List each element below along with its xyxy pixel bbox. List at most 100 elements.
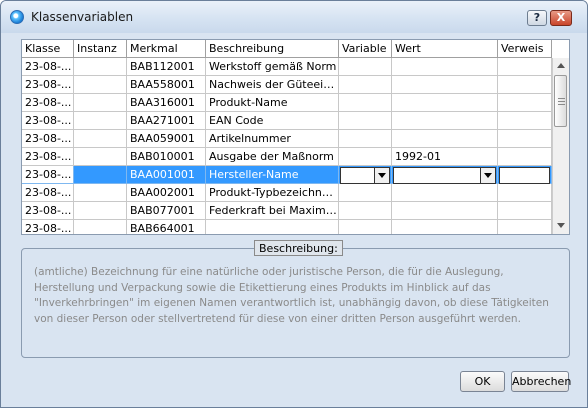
verweis-field[interactable] [499, 167, 550, 184]
cell-verweis[interactable] [498, 76, 552, 94]
cell-beschreibung[interactable]: Produkt-Name [206, 94, 339, 112]
cell-wert[interactable] [392, 58, 498, 76]
wert-dropdown[interactable] [393, 167, 496, 184]
cell-instanz[interactable] [74, 220, 127, 234]
cancel-button[interactable]: Abbrechen [511, 371, 571, 392]
cell-variable[interactable] [339, 76, 392, 94]
cell-klasse[interactable]: 23-08-... [22, 112, 74, 130]
cell-beschreibung[interactable]: Artikelnummer [206, 130, 339, 148]
cell-instanz[interactable] [74, 166, 127, 184]
cell-verweis[interactable] [498, 112, 552, 130]
cell-beschreibung[interactable]: Hersteller-Name [206, 166, 339, 184]
vertical-scrollbar[interactable] [552, 58, 569, 234]
scroll-down-arrow-icon[interactable] [553, 218, 569, 234]
cell-variable[interactable] [339, 130, 392, 148]
cell-wert[interactable] [392, 202, 498, 220]
column-header-instanz[interactable]: Instanz [74, 40, 127, 58]
cell-beschreibung[interactable]: EAN Code [206, 112, 339, 130]
column-header-beschreibung[interactable]: Beschreibung [206, 40, 339, 58]
cell-instanz[interactable] [74, 148, 127, 166]
column-header-klasse[interactable]: Klasse [22, 40, 74, 58]
cell-instanz[interactable] [74, 112, 127, 130]
column-header-verweis[interactable]: Verweis [498, 40, 552, 58]
cell-variable[interactable] [339, 220, 392, 234]
cell-variable[interactable] [339, 58, 392, 76]
cell-merkmal[interactable]: BAA059001 [127, 130, 206, 148]
cell-merkmal[interactable]: BAA002001 [127, 184, 206, 202]
ok-button[interactable]: OK [460, 371, 505, 392]
cell-merkmal[interactable]: BAA316001 [127, 94, 206, 112]
cell-beschreibung[interactable]: Federkraft bei Maximallast [206, 202, 339, 220]
scroll-up-arrow-icon[interactable] [553, 58, 569, 74]
cell-merkmal[interactable]: BAB664001 [127, 220, 206, 234]
cell-klasse[interactable]: 23-08-... [22, 202, 74, 220]
cell-wert[interactable] [392, 94, 498, 112]
cell-wert[interactable] [392, 130, 498, 148]
cell-wert[interactable] [392, 184, 498, 202]
cell-wert[interactable] [392, 112, 498, 130]
cell-instanz[interactable] [74, 184, 127, 202]
description-text: (amtliche) Bezeichnung für eine natürlic… [34, 266, 549, 325]
help-button[interactable]: ? [527, 10, 547, 26]
cell-merkmal[interactable]: BAB112001 [127, 58, 206, 76]
cell-klasse[interactable]: 23-08-... [22, 184, 74, 202]
scroll-thumb[interactable] [554, 75, 567, 127]
table-row[interactable]: 23-08-... BAB112001 Werkstoff gemäß Norm [22, 58, 552, 76]
table-row[interactable]: 23-08-... BAA558001 Nachweis der Güteeige.… [22, 76, 552, 94]
cell-klasse[interactable]: 23-08-... [22, 76, 74, 94]
table-row[interactable]: 23-08-... BAA316001 Produkt-Name [22, 94, 552, 112]
table-row[interactable]: 23-08-... BAB664001 [22, 220, 552, 234]
cell-beschreibung[interactable]: Nachweis der Güteeige... [206, 76, 339, 94]
cell-variable[interactable] [339, 202, 392, 220]
cell-klasse[interactable]: 23-08-... [22, 220, 74, 234]
cell-beschreibung[interactable]: Ausgabe der Maßnorm [206, 148, 339, 166]
cell-klasse[interactable]: 23-08-... [22, 130, 74, 148]
cell-merkmal[interactable]: BAA001001 [127, 166, 206, 184]
cell-verweis[interactable] [498, 130, 552, 148]
cell-instanz[interactable] [74, 202, 127, 220]
cell-instanz[interactable] [74, 58, 127, 76]
column-header-variable[interactable]: Variable [339, 40, 392, 58]
cell-verweis[interactable] [498, 58, 552, 76]
cell-instanz[interactable] [74, 76, 127, 94]
cell-wert[interactable] [392, 76, 498, 94]
column-header-wert[interactable]: Wert [392, 40, 498, 58]
cell-verweis[interactable] [498, 148, 552, 166]
cell-klasse[interactable]: 23-08-... [22, 166, 74, 184]
cell-instanz[interactable] [74, 94, 127, 112]
cell-verweis[interactable] [498, 202, 552, 220]
chevron-down-icon[interactable] [480, 168, 495, 183]
cell-verweis[interactable] [498, 184, 552, 202]
column-header-merkmal[interactable]: Merkmal [127, 40, 206, 58]
cell-variable[interactable] [339, 184, 392, 202]
cell-merkmal[interactable]: BAA558001 [127, 76, 206, 94]
cell-wert[interactable]: 1992-01 [392, 148, 498, 166]
chevron-down-icon[interactable] [374, 168, 389, 183]
close-button[interactable]: X [550, 10, 572, 26]
cell-variable[interactable] [339, 112, 392, 130]
cell-klasse[interactable]: 23-08-... [22, 58, 74, 76]
variable-dropdown[interactable] [340, 167, 390, 184]
table-row[interactable]: 23-08-... BAA002001 Produkt-Typbezeichnung [22, 184, 552, 202]
cell-variable[interactable] [339, 94, 392, 112]
table-row[interactable]: 23-08-... BAA271001 EAN Code [22, 112, 552, 130]
cell-beschreibung[interactable]: Produkt-Typbezeichnung [206, 184, 339, 202]
table-row[interactable]: 23-08-... BAB010001 Ausgabe der Maßnorm 199… [22, 148, 552, 166]
title-bar[interactable]: Klassenvariablen ? X [1, 1, 587, 33]
cell-klasse[interactable]: 23-08-... [22, 94, 74, 112]
cell-beschreibung[interactable] [206, 220, 339, 234]
table-row[interactable]: 23-08-... BAB077001 Federkraft bei Maximal… [22, 202, 552, 220]
cell-merkmal[interactable]: BAA271001 [127, 112, 206, 130]
cell-merkmal[interactable]: BAB010001 [127, 148, 206, 166]
cell-wert[interactable] [392, 220, 498, 234]
app-icon [10, 10, 24, 24]
table-row[interactable]: 23-08-... BAA059001 Artikelnummer [22, 130, 552, 148]
table-row[interactable]: 23-08-... BAA001001 Hersteller-Name [22, 166, 552, 184]
cell-beschreibung[interactable]: Werkstoff gemäß Norm [206, 58, 339, 76]
cell-variable[interactable] [339, 148, 392, 166]
cell-instanz[interactable] [74, 130, 127, 148]
cell-klasse[interactable]: 23-08-... [22, 148, 74, 166]
cell-merkmal[interactable]: BAB077001 [127, 202, 206, 220]
cell-verweis[interactable] [498, 220, 552, 234]
cell-verweis[interactable] [498, 94, 552, 112]
